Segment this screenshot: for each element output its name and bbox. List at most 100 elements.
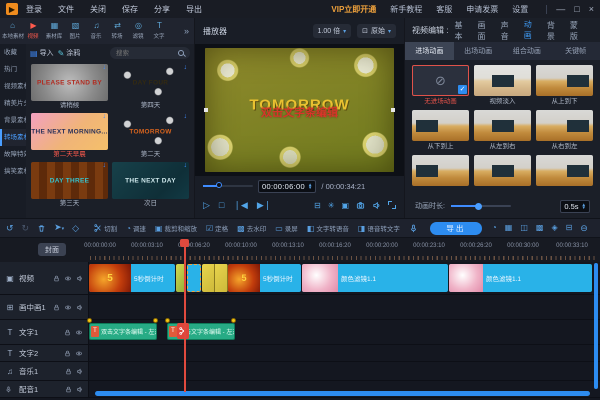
- duration-slider-handle[interactable]: [475, 203, 482, 210]
- lock-icon[interactable]: [65, 368, 72, 375]
- microphone-icon[interactable]: [409, 224, 418, 233]
- track-header-video[interactable]: ▣ 视频: [0, 262, 89, 294]
- cut-button[interactable]: 切割: [94, 223, 117, 233]
- menu-tutorial[interactable]: 新手教程: [390, 4, 422, 15]
- pip-icon[interactable]: ⊟: [314, 201, 321, 210]
- speaker-icon[interactable]: [76, 304, 83, 311]
- eye-icon[interactable]: [75, 350, 83, 357]
- keyframe-pin[interactable]: [231, 318, 236, 323]
- text2-track-lane[interactable]: [89, 345, 600, 361]
- vip-upgrade-button[interactable]: VIP立即开通: [331, 4, 376, 15]
- shield-icon[interactable]: ◈: [551, 223, 557, 233]
- menu-save[interactable]: 保存: [122, 4, 138, 15]
- media-item[interactable]: DAY THREE↓ 第三天: [31, 162, 108, 209]
- grid-view-icon[interactable]: ▦: [505, 223, 513, 233]
- horizontal-scrollbar[interactable]: [95, 391, 590, 396]
- zoom-out-icon[interactable]: ⊖: [580, 223, 588, 234]
- preview-overlay-text[interactable]: 双击文字条编辑: [205, 104, 394, 120]
- menu-support[interactable]: 客服: [436, 4, 452, 15]
- music-track-lane[interactable]: [89, 362, 600, 380]
- menu-share[interactable]: 分享: [154, 4, 170, 15]
- eye-icon[interactable]: [75, 329, 83, 336]
- playhead-line[interactable]: [184, 246, 186, 392]
- media-item[interactable]: THE NEXT DAY↓ 次日: [112, 162, 189, 209]
- eye-icon[interactable]: [64, 304, 72, 311]
- speed-button[interactable]: ◔调速: [126, 223, 146, 233]
- download-icon[interactable]: ↓: [103, 162, 107, 169]
- download-icon[interactable]: ↓: [184, 113, 188, 120]
- media-item[interactable]: TOMORROW↓ 第二天: [112, 113, 189, 160]
- category-hot[interactable]: 热门: [0, 61, 26, 78]
- tab-images[interactable]: ▧图片: [65, 22, 86, 40]
- media-item[interactable]: PLEASE STAND BY↓ 请稍候: [31, 64, 108, 111]
- tab-picture[interactable]: 画面: [478, 15, 490, 46]
- next-frame-button[interactable]: ▶❘: [257, 200, 271, 210]
- keyframe-pin[interactable]: [165, 318, 170, 323]
- vertical-scrollbar[interactable]: [594, 263, 598, 389]
- playback-speed-dropdown[interactable]: 1.00 倍▾: [313, 24, 352, 38]
- lock-icon[interactable]: [53, 304, 60, 311]
- lock-icon[interactable]: [65, 386, 72, 393]
- menu-login[interactable]: 登录: [26, 4, 42, 15]
- speaker-icon[interactable]: [76, 275, 83, 282]
- duration-stepper[interactable]: ▲▼: [582, 203, 586, 210]
- close-button[interactable]: ×: [589, 4, 594, 14]
- speaker-icon[interactable]: [76, 386, 83, 393]
- clip-countdown[interactable]: 5 5秒倒计时: [228, 264, 301, 292]
- keyframe-icon[interactable]: ◇: [72, 223, 79, 233]
- category-favorites[interactable]: 收藏: [0, 44, 26, 61]
- download-icon[interactable]: ↓: [103, 113, 107, 120]
- download-icon[interactable]: ↓: [184, 162, 188, 169]
- previous-frame-button[interactable]: ❘◀: [233, 200, 247, 210]
- lock-icon[interactable]: [53, 275, 60, 282]
- tab-basic[interactable]: 基本: [454, 15, 466, 46]
- text-clip[interactable]: T 双击文字条编辑 - 左对: [89, 323, 157, 340]
- remove-watermark-button[interactable]: ▩去水印: [237, 223, 266, 233]
- category-funny[interactable]: 搞笑素材: [0, 163, 26, 180]
- category-glitch[interactable]: 故障特效: [0, 146, 26, 163]
- split-scissors-badge[interactable]: [177, 323, 189, 339]
- keyframe-pin[interactable]: [87, 318, 92, 323]
- more-tabs-chevron-icon[interactable]: »: [181, 26, 192, 36]
- tab-stock-library[interactable]: ▦素材库: [44, 22, 65, 40]
- doodle-button[interactable]: ✎涂鸦: [58, 48, 81, 58]
- timer-icon[interactable]: ◔: [492, 223, 497, 233]
- speech-to-text-button[interactable]: ◨语音转文字: [358, 223, 400, 233]
- select-tool-icon[interactable]: ➤▾: [54, 222, 64, 234]
- selection-handle-right[interactable]: [391, 108, 395, 112]
- tab-transitions[interactable]: ⇄转场: [107, 22, 128, 40]
- menu-close-project[interactable]: 关闭: [90, 4, 106, 15]
- keyframe-pin[interactable]: [153, 318, 158, 323]
- track-header-text1[interactable]: T 文字1: [0, 320, 89, 344]
- clip-color-filter[interactable]: 颜色滤镜1.1: [302, 264, 448, 292]
- eye-icon[interactable]: [64, 275, 72, 282]
- aspect-ratio-dropdown[interactable]: ⊡原始▾: [357, 24, 396, 38]
- tab-filters[interactable]: ◎滤镜: [128, 22, 149, 40]
- text-to-speech-button[interactable]: ◧文字转语音: [307, 223, 349, 233]
- pip-track-lane[interactable]: [89, 295, 600, 319]
- seek-slider[interactable]: [203, 185, 253, 187]
- download-icon[interactable]: ↓: [103, 64, 107, 71]
- panel-rows-icon[interactable]: ⊟: [566, 223, 573, 233]
- tab-background[interactable]: 背景: [547, 15, 559, 46]
- subtab-keyframe[interactable]: 关键帧: [551, 42, 600, 60]
- subtab-enter-animation[interactable]: 进场动画: [405, 42, 454, 60]
- animation-top-to-bottom[interactable]: 从上到下: [536, 65, 593, 107]
- redo-icon[interactable]: ↻: [22, 223, 30, 233]
- play-button[interactable]: ▷: [203, 200, 210, 210]
- video-track-lane[interactable]: 5 5秒倒计时 5 5秒倒计时 颜色滤镜1.1 颜色滤: [89, 262, 600, 294]
- video-preview[interactable]: TOMORROW 双击文字条编辑: [205, 48, 394, 172]
- tab-video[interactable]: ▶视频: [23, 22, 44, 40]
- export-button[interactable]: 导出: [430, 222, 482, 235]
- timecode-stepper[interactable]: ▲▼: [308, 183, 312, 190]
- media-item-selected[interactable]: THE NEXT MORNING...↓ 第二天早晨: [31, 113, 108, 160]
- clip-morning-thumbs[interactable]: [202, 264, 228, 292]
- category-intros[interactable]: 精美片头: [0, 95, 26, 112]
- chroma-key-icon[interactable]: ✳: [328, 201, 335, 210]
- duration-slider[interactable]: [451, 205, 511, 207]
- animation-thumbnail[interactable]: [474, 155, 531, 194]
- menu-export[interactable]: 导出: [186, 4, 202, 15]
- volume-icon[interactable]: [372, 201, 381, 210]
- fullscreen-icon[interactable]: [388, 201, 396, 209]
- crop-zoom-button[interactable]: ▣裁剪和缩放: [155, 223, 197, 233]
